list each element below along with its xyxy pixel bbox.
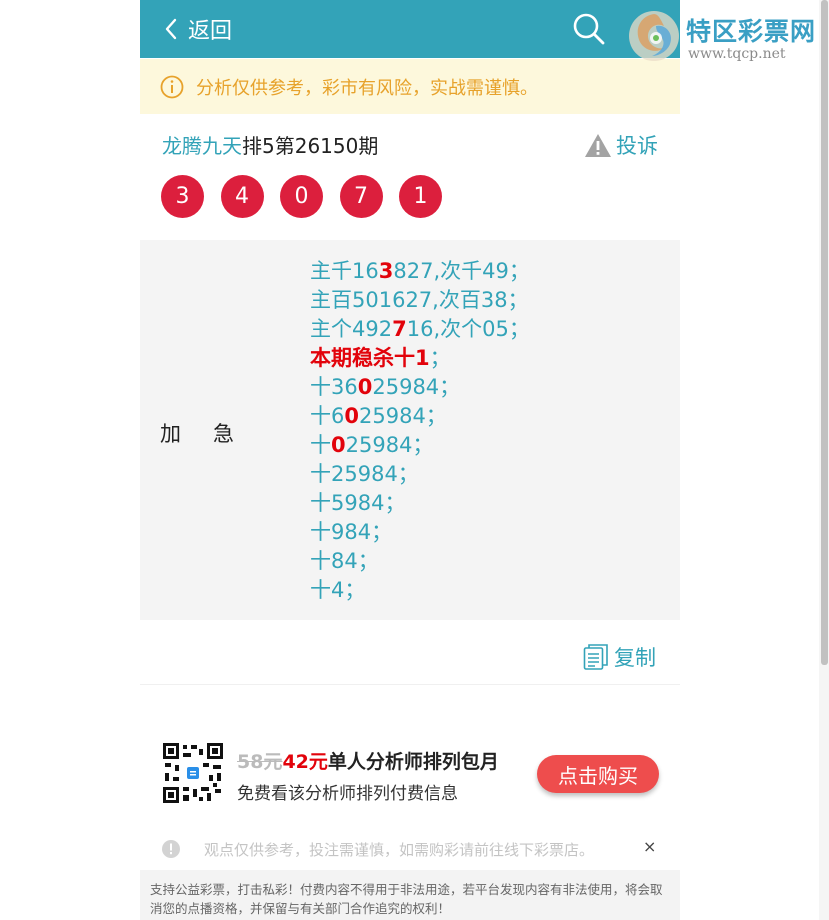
prediction-line: 十6025984；: [310, 402, 530, 431]
prediction-line: 十025984；: [310, 431, 530, 460]
line-text: 25984；: [345, 433, 434, 457]
line-text: 主百501627,次百38；: [310, 288, 529, 312]
result-ball: 0: [280, 175, 323, 218]
prediction-line: 十84；: [310, 547, 530, 576]
line-text: 十25984；: [310, 462, 419, 486]
site-logo-icon: [629, 11, 679, 61]
line-text: 十: [310, 433, 331, 457]
highlight-text: 0: [344, 404, 359, 428]
prediction-line: 主个492716,次个05；: [310, 315, 530, 344]
prediction-line: 十984；: [310, 518, 530, 547]
copy-button[interactable]: 复制: [583, 642, 656, 672]
line-text: ；: [429, 346, 451, 370]
notice-text: 分析仅供参考，彩市有风险，实战需谨慎。: [196, 77, 538, 99]
line-text: 十5984；: [310, 491, 406, 515]
line-text: 十984；: [310, 520, 393, 544]
result-ball: 4: [220, 175, 264, 218]
info-icon: [160, 75, 184, 98]
line-text: 16,次个05；: [406, 317, 530, 341]
back-label: 返回: [188, 19, 233, 44]
complain-button[interactable]: 投诉: [584, 130, 658, 160]
complain-label: 投诉: [616, 134, 658, 158]
prediction-line: 十5984；: [310, 489, 530, 518]
promo-subtitle: 免费看该分析师排列付费信息: [237, 784, 458, 804]
highlight-text: 3: [378, 259, 394, 283]
info-circle-icon: [162, 840, 180, 858]
result-balls: 3 4 0 7 1: [161, 175, 459, 218]
old-price: 58元: [237, 751, 283, 773]
expert-name-link[interactable]: 龙腾九天: [162, 134, 242, 158]
prediction-lines: 主千163827,次千49； 主百501627,次百38； 主个492716,次个0…: [310, 257, 530, 605]
label-char: 急: [213, 422, 234, 446]
new-price: 42元: [282, 751, 328, 773]
app-page: 返回 分析仅供参考，彩市有风险，实战需谨慎。 龙腾九天排5第26150期 投诉 …: [140, 0, 680, 920]
prediction-panel: 加 急 主千163827,次千49； 主百501627,次百38； 主个492716…: [140, 240, 680, 620]
highlight-text: 7: [392, 317, 407, 341]
prediction-line: 十25984；: [310, 460, 530, 489]
prediction-line: 主百501627,次百38；: [310, 286, 530, 315]
highlight-text: 0: [357, 375, 373, 399]
line-text: 十6: [310, 404, 345, 428]
close-icon[interactable]: ×: [643, 837, 656, 856]
chevron-left-icon: [165, 18, 177, 40]
result-ball: 3: [161, 175, 204, 218]
prediction-line: 本期稳杀十1；: [310, 344, 530, 373]
line-text: 25984；: [359, 404, 447, 428]
issue-label: 排5第26150期: [242, 134, 379, 158]
highlight-text: 本期稳杀十1: [310, 346, 430, 370]
search-icon[interactable]: [572, 12, 606, 46]
site-url: www.tqcp.net: [688, 46, 786, 62]
line-text: 主千16: [310, 259, 379, 283]
site-name: 特区彩票网: [686, 17, 817, 46]
disclaimer-bar: 观点仅供参考，投注需谨慎，如需购彩请前往线下彩票店。 ×: [161, 837, 661, 860]
scrollbar-thumb[interactable]: [821, 0, 828, 665]
back-button[interactable]: 返回: [164, 14, 232, 44]
qr-code-icon[interactable]: [163, 743, 223, 803]
risk-notice-bar: 分析仅供参考，彩市有风险，实战需谨慎。: [140, 59, 680, 114]
site-watermark: 特区彩票网 www.tqcp.net: [626, 8, 826, 68]
line-text: 主个492: [310, 317, 393, 341]
divider: [140, 684, 680, 685]
buy-button[interactable]: 点击购买: [537, 755, 659, 793]
footer-text: 支持公益彩票，打击私彩！付费内容不得用于非法用途，若平台发现内容有非法使用，将会…: [150, 882, 663, 916]
copy-label: 复制: [614, 646, 656, 670]
result-ball: 1: [399, 175, 442, 218]
top-bar: 返回: [140, 0, 680, 58]
line-text: 十36: [310, 375, 358, 399]
line-text: 25984；: [372, 375, 461, 399]
result-ball: 7: [339, 175, 383, 218]
prediction-line: 主千163827,次千49；: [310, 257, 530, 286]
prediction-line: 十4；: [310, 576, 530, 605]
prediction-line: 十36025984；: [310, 373, 530, 402]
line-text: 827,次千49；: [393, 259, 530, 283]
line-text: 十4；: [310, 578, 366, 602]
disclaimer-text: 观点仅供参考，投注需谨慎，如需购彩请前往线下彩票店。: [204, 840, 595, 859]
warning-icon: [585, 133, 611, 157]
footer: 支持公益彩票，打击私彩！付费内容不得用于非法用途，若平台发现内容有非法使用，将会…: [140, 870, 680, 920]
highlight-text: 0: [331, 433, 346, 457]
prediction-type-label: 加 急: [160, 418, 234, 448]
line-text: 十84；: [310, 549, 379, 573]
prediction-title: 龙腾九天排5第26150期: [162, 130, 378, 159]
label-char: 加: [160, 422, 181, 446]
promo-title: 58元42元单人分析师排列包月: [237, 747, 499, 774]
copy-icon: [583, 644, 608, 670]
promo-title-text: 单人分析师排列包月: [327, 751, 499, 773]
